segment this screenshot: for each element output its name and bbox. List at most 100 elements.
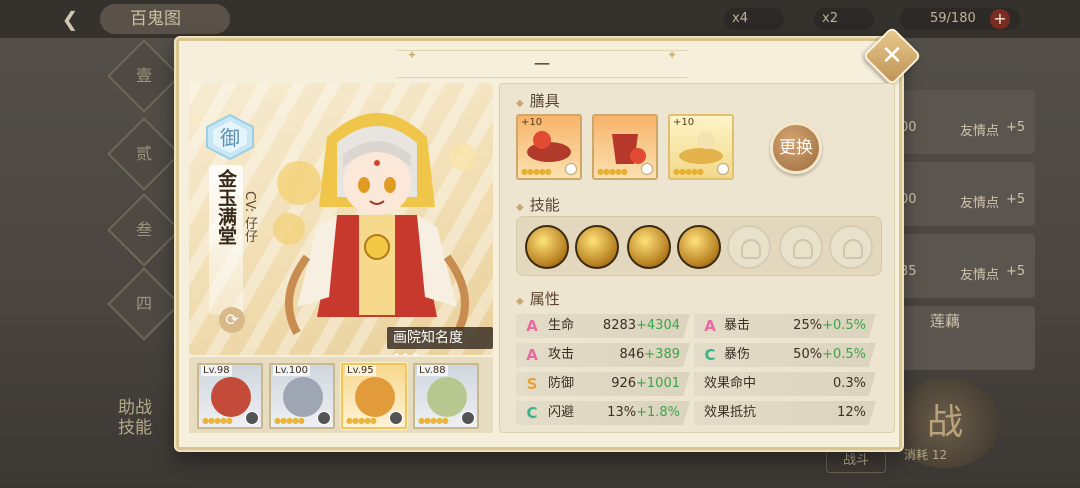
stat-value: 12% xyxy=(837,405,866,420)
stat-crit: A 暴击 25%+0.5% xyxy=(694,314,876,338)
stat-grade: A xyxy=(526,346,538,364)
stat-grade: C xyxy=(526,404,538,422)
add-stamina-button[interactable]: + xyxy=(990,9,1010,29)
page-title: 百鬼图 xyxy=(100,4,230,34)
stat-name: 生命 xyxy=(548,318,575,333)
rarity-badge-icon: 御 xyxy=(206,113,254,161)
stat-grade: A xyxy=(704,317,716,335)
stage-card-3[interactable]: 35 友情点 +5 xyxy=(890,234,1035,298)
party-strip: Lv.98 ●●●●● Lv.100 ●●●●● Lv.95 ●●●●● Lv.… xyxy=(189,357,493,433)
member-element-icon xyxy=(461,411,475,425)
stage-card-1[interactable]: 00 友情点 +5 xyxy=(890,90,1035,154)
dishes-section-title: ◆ 膳具 xyxy=(516,92,560,110)
member-avatar xyxy=(211,377,251,417)
stat-name: 效果命中 xyxy=(704,376,757,391)
locked-skill-icon[interactable] xyxy=(829,225,873,269)
member-element-icon xyxy=(389,411,403,425)
dish-slot-3[interactable]: +10 ●●●●● xyxy=(668,114,734,180)
stat-name: 暴伤 xyxy=(724,347,751,362)
member-element-icon xyxy=(317,411,331,425)
stat-hp: A 生命 8283+4304 xyxy=(516,314,690,338)
swap-dish-button[interactable]: 更换 xyxy=(770,122,822,174)
fame-value: 110 xyxy=(393,352,420,355)
stat-name: 闪避 xyxy=(548,405,575,420)
member-avatar xyxy=(427,377,467,417)
dish-level: +10 xyxy=(673,117,695,128)
member-stars: ●●●●● xyxy=(346,416,377,425)
ticket-counter-2: x2 xyxy=(814,8,874,30)
party-member-3-selected[interactable]: Lv.95 ●●●●● xyxy=(341,363,407,429)
member-level: Lv.100 xyxy=(273,365,310,376)
member-level: Lv.98 xyxy=(201,365,232,376)
rarity-label: 御 xyxy=(220,126,240,150)
diamond-bullet-icon: ◆ xyxy=(516,98,524,109)
party-member-4[interactable]: Lv.88 ●●●●● xyxy=(413,363,479,429)
golden-bowl-icon[interactable] xyxy=(525,225,569,269)
stat-dodge: C 闪避 13%+1.8% xyxy=(516,401,690,425)
member-stars: ●●●●● xyxy=(418,416,449,425)
party-member-1[interactable]: Lv.98 ●●●●● xyxy=(197,363,263,429)
header-ornament-right-icon: ✦ xyxy=(666,48,678,62)
info-panel: ◆ 膳具 +10 ●●●●● ●●●●● +10 ●●●●● 更换 ◆ 技能 ◆… xyxy=(499,83,895,433)
dish-stars: ●●●●● xyxy=(673,167,704,176)
ticket-counter-1: x4 xyxy=(724,8,784,30)
stat-crit-damage: C 暴伤 50%+0.5% xyxy=(694,343,876,367)
member-element-icon xyxy=(245,411,259,425)
stat-value: 0.3% xyxy=(832,376,866,391)
stat-defense: S 防御 926+1001 xyxy=(516,372,690,396)
skill-list xyxy=(516,216,882,276)
assist-skill-label: 助战 技能 xyxy=(118,398,152,438)
stage-card-2[interactable]: 00 友情点 +5 xyxy=(890,162,1035,226)
cost-label: 消耗 12 xyxy=(904,448,948,462)
dish-stars: ●●●●● xyxy=(597,167,628,176)
skills-section-title: ◆ 技能 xyxy=(516,196,560,214)
dish-type-icon xyxy=(641,163,653,175)
stat-grade: C xyxy=(704,346,716,364)
stage-card-4[interactable]: 莲藕 xyxy=(890,306,1035,370)
stat-effect-hit: 效果命中 0.3% xyxy=(694,372,876,396)
golden-fan-icon[interactable] xyxy=(677,225,721,269)
dish-stars: ●●●●● xyxy=(521,167,552,176)
golden-cloud-icon[interactable] xyxy=(627,225,671,269)
stat-value: 50%+0.5% xyxy=(793,347,866,362)
close-icon[interactable]: ✕ xyxy=(873,37,911,75)
member-level: Lv.95 xyxy=(345,365,376,376)
stat-name: 效果抵抗 xyxy=(704,405,757,420)
character-illustration xyxy=(273,113,477,335)
battle-button[interactable]: 战斗 xyxy=(826,449,886,473)
back-arrow-icon[interactable]: ❮ xyxy=(50,6,90,32)
locked-skill-icon[interactable] xyxy=(779,225,823,269)
name-strip: 金玉满堂 xyxy=(209,165,243,315)
dish-type-icon xyxy=(565,163,577,175)
locked-skill-icon[interactable] xyxy=(727,225,771,269)
golden-sparkle-icon[interactable] xyxy=(575,225,619,269)
character-portrait: 御 金玉满堂 CV: 仔仔 ⟳ 画院知名度 110 xyxy=(189,83,493,355)
stat-grade: A xyxy=(526,317,538,335)
character-name: 金玉满堂 xyxy=(215,169,237,245)
stat-attack: A 攻击 846+389 xyxy=(516,343,690,367)
stat-name: 暴击 xyxy=(724,318,751,333)
member-avatar xyxy=(355,377,395,417)
stat-effect-resist: 效果抵抗 12% xyxy=(694,401,876,425)
stat-name: 攻击 xyxy=(548,347,575,362)
member-avatar xyxy=(283,377,323,417)
modal-title: 一 xyxy=(397,50,687,78)
fame-label: 画院知名度 xyxy=(393,330,463,346)
stat-value: 846+389 xyxy=(619,347,680,362)
party-member-2[interactable]: Lv.100 ●●●●● xyxy=(269,363,335,429)
stat-name: 防御 xyxy=(548,376,575,391)
member-stars: ●●●●● xyxy=(274,416,305,425)
dish-slot-2[interactable]: ●●●●● xyxy=(592,114,658,180)
fame-badge: 画院知名度 110 xyxy=(387,327,493,355)
diamond-bullet-icon: ◆ xyxy=(516,202,524,213)
attributes-section-title: ◆ 属性 xyxy=(516,290,560,308)
character-detail-modal: ✦ 一 ✦ ✕ 御 金玉满堂 CV: 仔仔 ⟳ 画院知名度 Lv.98 ●●●●… xyxy=(176,26,922,450)
stat-grade: S xyxy=(526,375,538,393)
dish-slot-1[interactable]: +10 ●●●●● xyxy=(516,114,582,180)
dish-level: +10 xyxy=(521,117,543,128)
stat-value: 25%+0.5% xyxy=(793,318,866,333)
member-stars: ●●●●● xyxy=(202,416,233,425)
switch-skin-icon[interactable]: ⟳ xyxy=(219,307,245,333)
diamond-bullet-icon: ◆ xyxy=(516,296,524,307)
stat-value: 8283+4304 xyxy=(602,318,680,333)
